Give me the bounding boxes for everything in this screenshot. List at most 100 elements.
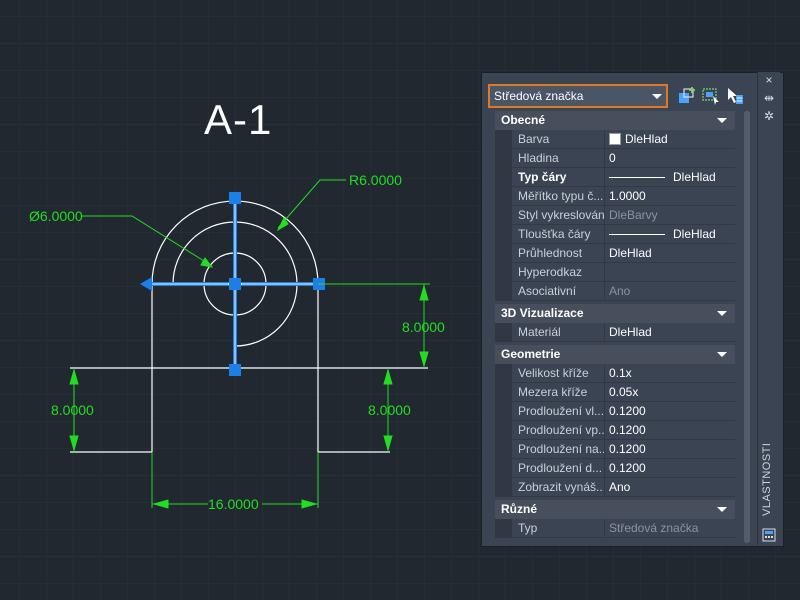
property-value-text: Ano bbox=[609, 284, 631, 298]
property-value[interactable]: 0 bbox=[605, 149, 735, 168]
section-header[interactable]: Geometrie bbox=[495, 345, 735, 364]
property-row[interactable]: Prodloužení vl... 0.1200 bbox=[495, 402, 735, 421]
calculator-icon[interactable] bbox=[762, 528, 776, 542]
row-gutter bbox=[495, 519, 512, 538]
property-value[interactable]: Ano bbox=[605, 282, 735, 301]
property-row[interactable]: Asociativní Ano bbox=[495, 282, 735, 301]
property-value[interactable]: DleHlad bbox=[605, 244, 735, 263]
property-value[interactable]: DleHlad bbox=[605, 168, 735, 187]
property-value[interactable]: DleHlad bbox=[605, 225, 735, 244]
section-title: Obecné bbox=[501, 113, 546, 127]
property-value-text: 1.0000 bbox=[609, 189, 646, 203]
property-value[interactable]: DleHlad bbox=[605, 323, 735, 342]
color-swatch bbox=[609, 133, 621, 145]
right-lower-height-label: 8.0000 bbox=[368, 402, 411, 418]
property-value[interactable]: 0.1200 bbox=[605, 402, 735, 421]
section-header[interactable]: Různé bbox=[495, 500, 735, 519]
row-gutter bbox=[495, 149, 512, 168]
diameter-label: Ø6.0000 bbox=[29, 208, 83, 224]
property-value[interactable]: 0.1200 bbox=[605, 459, 735, 478]
property-value-text: DleBarvy bbox=[609, 208, 658, 222]
section-header[interactable]: 3D Vizualizace bbox=[495, 304, 735, 323]
palette-scrollbar[interactable] bbox=[744, 111, 750, 543]
row-gutter bbox=[495, 225, 512, 244]
property-label: Prodloužení na... bbox=[512, 440, 605, 459]
property-value-text: DleHlad bbox=[673, 227, 716, 241]
property-row[interactable]: Zobrazit vynáš... Ano bbox=[495, 478, 735, 497]
property-label: Asociativní bbox=[512, 282, 605, 301]
select-objects-icon[interactable] bbox=[701, 86, 721, 106]
property-row[interactable]: Typ Středová značka bbox=[495, 519, 735, 538]
property-value-text: Ano bbox=[609, 480, 631, 494]
scrollbar-thumb[interactable] bbox=[744, 111, 750, 543]
row-gutter bbox=[495, 440, 512, 459]
property-value-text: DleHlad bbox=[609, 325, 652, 339]
property-value[interactable]: 0.05x bbox=[605, 383, 735, 402]
row-gutter bbox=[495, 263, 512, 282]
row-gutter bbox=[495, 130, 512, 149]
property-value-text: DleHlad bbox=[609, 246, 652, 260]
property-row[interactable]: Barva DleHlad bbox=[495, 130, 735, 149]
settings-icon[interactable]: ✲ bbox=[758, 108, 780, 124]
property-value[interactable]: 0.1x bbox=[605, 364, 735, 383]
property-row[interactable]: Velikost kříže 0.1x bbox=[495, 364, 735, 383]
row-gutter bbox=[495, 323, 512, 342]
chevron-down-icon bbox=[652, 94, 662, 99]
property-label: Hyperodkaz bbox=[512, 263, 605, 282]
property-row[interactable]: Styl vykreslování DleBarvy bbox=[495, 206, 735, 225]
property-row[interactable]: Mezera kříže 0.05x bbox=[495, 383, 735, 402]
width-label: 16.0000 bbox=[208, 496, 259, 512]
collapse-triangle-icon[interactable] bbox=[717, 507, 727, 512]
collapse-triangle-icon[interactable] bbox=[717, 118, 727, 123]
property-row[interactable]: Materiál DleHlad bbox=[495, 323, 735, 342]
property-row[interactable]: Tloušťka čáry DleHlad bbox=[495, 225, 735, 244]
autohide-icon[interactable]: ⇹ bbox=[758, 90, 780, 106]
property-row[interactable]: Průhlednost DleHlad bbox=[495, 244, 735, 263]
object-type-value: Středová značka bbox=[494, 89, 584, 103]
property-value[interactable]: 0.1200 bbox=[605, 421, 735, 440]
section-title: 3D Vizualizace bbox=[501, 306, 584, 320]
row-gutter bbox=[495, 364, 512, 383]
property-label: Velikost kříže bbox=[512, 364, 605, 383]
property-value[interactable]: DleBarvy bbox=[605, 206, 735, 225]
property-row[interactable]: Měřítko typu č... 1.0000 bbox=[495, 187, 735, 206]
property-value-text: DleHlad bbox=[625, 132, 668, 146]
row-gutter bbox=[495, 168, 512, 187]
property-row[interactable]: Typ čáry DleHlad bbox=[495, 168, 735, 187]
property-label: Styl vykreslování bbox=[512, 206, 605, 225]
property-value[interactable] bbox=[605, 263, 735, 282]
property-row[interactable]: Hladina 0 bbox=[495, 149, 735, 168]
quick-select-icon[interactable] bbox=[677, 86, 697, 106]
property-row[interactable]: Hyperodkaz bbox=[495, 263, 735, 282]
collapse-triangle-icon[interactable] bbox=[717, 352, 727, 357]
property-value[interactable]: Ano bbox=[605, 478, 735, 497]
property-row[interactable]: Prodloužení d... 0.1200 bbox=[495, 459, 735, 478]
properties-list: Obecné Barva DleHlad Hladina 0 Typ čáry DleHla… bbox=[495, 111, 735, 538]
line-sample bbox=[609, 176, 665, 178]
property-value[interactable]: 1.0000 bbox=[605, 187, 735, 206]
row-gutter bbox=[495, 421, 512, 440]
property-label: Materiál bbox=[512, 323, 605, 342]
grip-top bbox=[229, 192, 241, 204]
palette-titlebar[interactable]: × ⇹ ✲ VLASTNOSTI bbox=[757, 72, 780, 545]
property-row[interactable]: Prodloužení vp... 0.1200 bbox=[495, 421, 735, 440]
radius-label: R6.0000 bbox=[349, 172, 402, 188]
property-value[interactable]: 0.1200 bbox=[605, 440, 735, 459]
property-row[interactable]: Prodloužení na... 0.1200 bbox=[495, 440, 735, 459]
section-header[interactable]: Obecné bbox=[495, 111, 735, 130]
close-icon[interactable]: × bbox=[758, 72, 780, 88]
pickadd-icon[interactable] bbox=[725, 86, 745, 106]
object-type-dropdown[interactable]: Středová značka bbox=[488, 84, 668, 108]
property-value[interactable]: DleHlad bbox=[605, 130, 735, 149]
right-height-label: 8.0000 bbox=[402, 319, 445, 335]
row-gutter bbox=[495, 478, 512, 497]
property-value-text: 0.1200 bbox=[609, 461, 646, 475]
row-gutter bbox=[495, 282, 512, 301]
collapse-triangle-icon[interactable] bbox=[717, 311, 727, 316]
property-label: Tloušťka čáry bbox=[512, 225, 605, 244]
property-label: Hladina bbox=[512, 149, 605, 168]
section-title: Různé bbox=[501, 502, 537, 516]
property-value[interactable]: Středová značka bbox=[605, 519, 735, 538]
property-value-text: 0.1200 bbox=[609, 404, 646, 418]
line-sample bbox=[609, 233, 665, 235]
